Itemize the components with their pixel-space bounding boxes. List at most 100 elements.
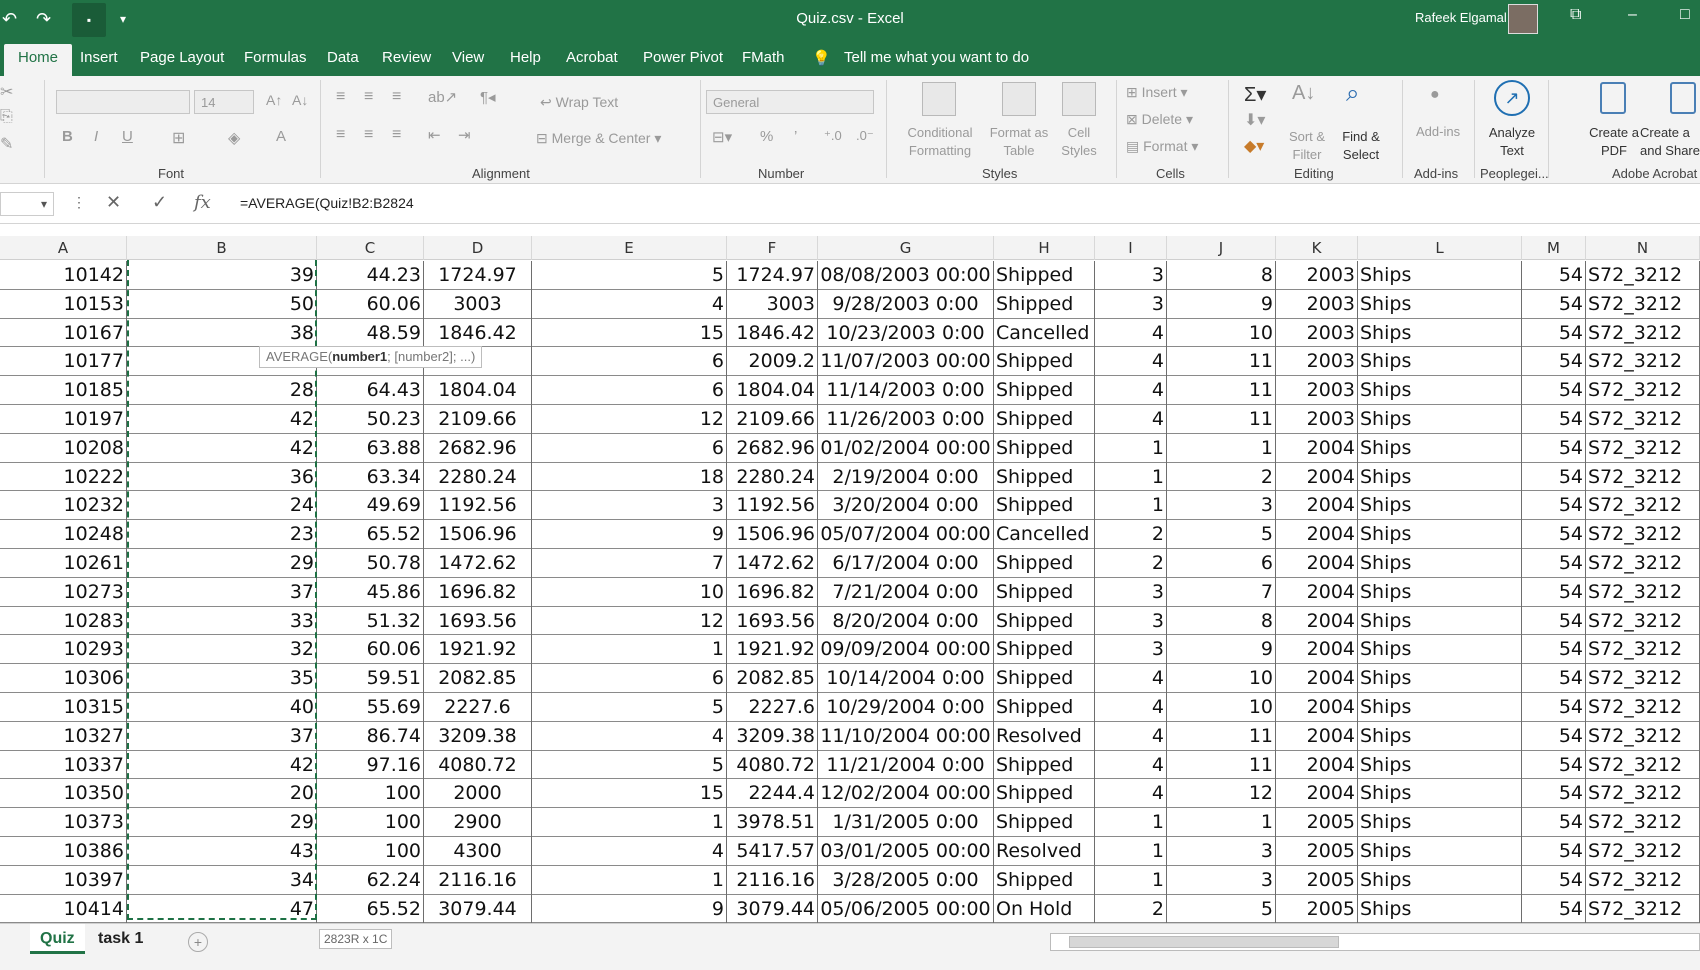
cell-f[interactable]: 1192.56 [727,491,818,521]
cell-m[interactable]: 54 [1522,894,1586,923]
cell-c[interactable]: 49.69 [317,491,424,521]
tab-view[interactable]: View [452,49,484,66]
cell-f[interactable]: 2682.96 [727,433,818,463]
cell-f[interactable]: 3003 [727,289,818,319]
sheet-tab-task-1[interactable]: task 1 [88,924,153,954]
cell-a[interactable]: 10337 [0,750,127,780]
cell-h[interactable]: Shipped [994,405,1095,434]
cell-k[interactable]: 2004 [1276,693,1358,722]
cell-d[interactable]: 3209.38 [424,721,532,751]
cell-k[interactable]: 2004 [1276,721,1358,751]
cell-k[interactable]: 2004 [1276,491,1358,521]
copy-icon[interactable]: ⎘ [0,108,13,126]
cell-d[interactable]: 1846.42 [424,318,532,348]
cell-i[interactable]: 4 [1095,693,1167,722]
cell-n[interactable]: S72_3212 [1586,376,1700,405]
cell-i[interactable]: 4 [1095,750,1167,780]
cell-l[interactable]: Ships [1358,347,1522,377]
add-sheet-icon[interactable]: + [188,932,208,952]
cell-l[interactable]: Ships [1358,721,1522,751]
conditional-formatting-button[interactable]: Conditional Formatting [900,124,980,160]
cell-e[interactable]: 6 [532,376,727,405]
cell-c[interactable]: 100 [317,837,424,866]
borders-icon[interactable]: ⊞ [172,128,185,148]
cell-n[interactable]: S72_3212 [1586,462,1700,492]
cell-c[interactable]: 62.24 [317,865,424,895]
column-header-f[interactable]: F [727,236,818,260]
cell-b[interactable]: 29 [127,808,317,837]
cell-e[interactable]: 3 [532,491,727,521]
cell-m[interactable]: 54 [1522,808,1586,837]
cell-b[interactable]: 50 [127,289,317,319]
cell-i[interactable]: 4 [1095,376,1167,405]
cell-k[interactable]: 2004 [1276,549,1358,578]
cell-f[interactable]: 1472.62 [727,549,818,578]
cell-j[interactable]: 10 [1167,318,1276,348]
cell-d[interactable]: 4300 [424,837,532,866]
cell-e[interactable]: 5 [532,693,727,722]
cell-j[interactable]: 5 [1167,520,1276,549]
cell-c[interactable]: 50.78 [317,549,424,578]
cell-k[interactable]: 2004 [1276,664,1358,693]
cell-n[interactable]: S72_3212 [1586,520,1700,549]
cell-f[interactable]: 1506.96 [727,520,818,549]
cell-n[interactable]: S72_3212 [1586,865,1700,895]
cell-k[interactable]: 2005 [1276,808,1358,837]
cell-e[interactable]: 12 [532,405,727,434]
cell-d[interactable]: 2682.96 [424,433,532,463]
cell-n[interactable]: S72_3212 [1586,491,1700,521]
cell-h[interactable]: Shipped [994,750,1095,780]
cell-j[interactable]: 12 [1167,779,1276,809]
cell-i[interactable]: 3 [1095,577,1167,607]
cell-h[interactable]: Shipped [994,549,1095,578]
restore-icon[interactable]: □ [1680,6,1690,24]
font-size-combo[interactable]: 14 [194,90,254,114]
avatar[interactable] [1508,4,1538,34]
column-header-i[interactable]: I [1095,236,1167,260]
cell-h[interactable]: Shipped [994,693,1095,722]
format-painter-icon[interactable]: ✎ [0,134,13,154]
cancel-icon[interactable]: ✕ [106,192,121,213]
cell-d[interactable]: 1693.56 [424,606,532,636]
cell-e[interactable]: 4 [532,837,727,866]
cell-j[interactable]: 6 [1167,549,1276,578]
cell-b[interactable]: 37 [127,577,317,607]
cell-i[interactable]: 3 [1095,261,1167,290]
column-header-d[interactable]: D [424,236,532,260]
cell-c[interactable]: 60.06 [317,289,424,319]
cell-m[interactable]: 54 [1522,635,1586,665]
cell-j[interactable]: 8 [1167,606,1276,636]
cell-a[interactable]: 10373 [0,808,127,837]
cell-a[interactable]: 10283 [0,606,127,636]
cell-i[interactable]: 3 [1095,635,1167,665]
cell-b[interactable]: 42 [127,433,317,463]
cell-h[interactable]: Shipped [994,664,1095,693]
percent-icon[interactable]: % [760,128,773,145]
cell-h[interactable]: Resolved [994,837,1095,866]
cell-f[interactable]: 2280.24 [727,462,818,492]
cell-h[interactable]: Shipped [994,606,1095,636]
align-right-icon[interactable]: ≡ [392,126,401,144]
cell-c[interactable]: 63.34 [317,462,424,492]
cell-i[interactable]: 4 [1095,721,1167,751]
cell-f[interactable]: 5417.57 [727,837,818,866]
cell-b[interactable]: 43 [127,837,317,866]
cell-c[interactable]: 97.16 [317,750,424,780]
cell-m[interactable]: 54 [1522,289,1586,319]
cell-n[interactable]: S72_3212 [1586,837,1700,866]
cell-g[interactable]: 11/26/2003 0:00 [818,405,994,434]
cell-f[interactable]: 3978.51 [727,808,818,837]
shrink-font-icon[interactable]: A↓ [292,92,308,108]
analyze-text-button[interactable]: Analyze Text [1480,124,1544,160]
cell-g[interactable]: 09/09/2004 00:00 [818,635,994,665]
column-header-n[interactable]: N [1586,236,1700,260]
cell-i[interactable]: 4 [1095,347,1167,377]
cell-a[interactable]: 10414 [0,894,127,923]
cell-b[interactable]: 40 [127,693,317,722]
cell-h[interactable]: Resolved [994,721,1095,751]
cell-m[interactable]: 54 [1522,376,1586,405]
cell-m[interactable]: 54 [1522,491,1586,521]
cell-n[interactable]: S72_3212 [1586,894,1700,923]
cell-d[interactable]: 4080.72 [424,750,532,780]
column-header-l[interactable]: L [1358,236,1522,260]
